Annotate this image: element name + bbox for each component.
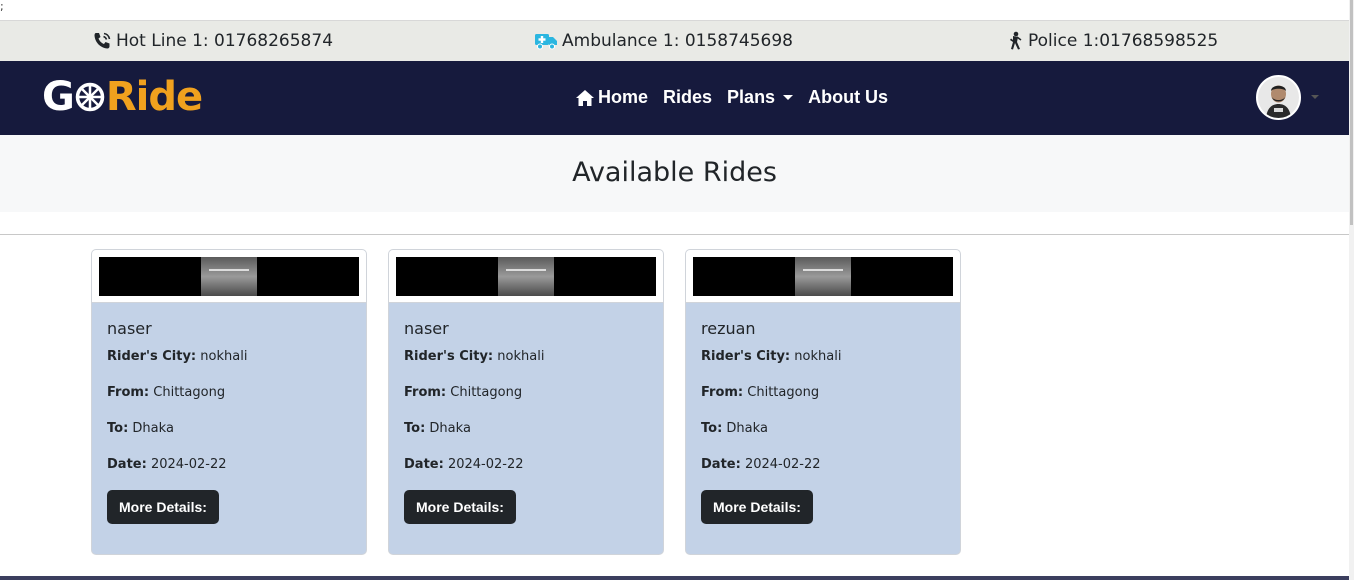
ride-from: From: Chittagong <box>701 385 820 400</box>
footer-edge <box>0 576 1349 580</box>
rider-name: naser <box>404 319 449 338</box>
hotline-label: Hot Line 1: 01768265874 <box>116 31 334 51</box>
title-band: Available Rides <box>0 135 1349 212</box>
more-details-button[interactable]: More Details: <box>107 490 219 524</box>
rider-city: Rider's City: nokhali <box>404 349 545 364</box>
avatar[interactable] <box>1256 75 1301 120</box>
rider-city: Rider's City: nokhali <box>701 349 842 364</box>
nav-plans-dropdown[interactable]: Plans <box>727 87 794 108</box>
user-avatar-icon <box>1258 77 1299 118</box>
hotline-bar: Hot Line 1: 01768265874 Ambulance 1: 015… <box>0 20 1349 61</box>
ride-date: Date: 2024-02-22 <box>404 457 524 472</box>
ride-to: To: Dhaka <box>404 421 471 436</box>
rider-name: naser <box>107 319 152 338</box>
card-image-frame <box>686 250 960 303</box>
hotline-item-phone: Hot Line 1: 01768265874 <box>92 31 333 51</box>
card-image-frame <box>92 250 366 303</box>
ambulance-icon <box>535 34 557 50</box>
ride-from: From: Chittagong <box>107 385 226 400</box>
nav-rides[interactable]: Rides <box>663 87 712 108</box>
page-title: Available Rides <box>572 157 777 188</box>
nav-home[interactable]: Home <box>575 87 648 108</box>
card-body: naser Rider's City: nokhali From: Chitta… <box>389 303 663 540</box>
hotline-label: Police 1:01768598525 <box>1028 31 1219 51</box>
rider-city: Rider's City: nokhali <box>107 349 248 364</box>
ride-to: To: Dhaka <box>701 421 768 436</box>
nav-home-label: Home <box>598 87 649 107</box>
hotline-label: Ambulance 1: 0158745698 <box>562 31 793 51</box>
ride-card: naser Rider's City: nokhali From: Chitta… <box>388 249 664 555</box>
ride-card: naser Rider's City: nokhali From: Chitta… <box>91 249 367 555</box>
police-icon <box>1010 31 1022 50</box>
card-body: rezuan Rider's City: nokhali From: Chitt… <box>686 303 960 540</box>
logo-text-ride: Ride <box>105 74 203 120</box>
brand-logo[interactable]: G Ride <box>42 74 203 120</box>
scroll-thumb[interactable] <box>1350 0 1353 225</box>
hotline-item-police: Police 1:01768598525 <box>1006 31 1218 51</box>
more-details-button[interactable]: More Details: <box>701 490 813 524</box>
avatar-dropdown-icon[interactable] <box>1311 95 1319 99</box>
stray-text: ; <box>0 0 4 13</box>
ride-date: Date: 2024-02-22 <box>701 457 821 472</box>
ride-date: Date: 2024-02-22 <box>107 457 227 472</box>
rider-name: rezuan <box>701 319 756 338</box>
nav-about[interactable]: About Us <box>808 87 888 108</box>
card-image-frame <box>389 250 663 303</box>
ride-to: To: Dhaka <box>107 421 174 436</box>
navbar: G Ride Home Rides Plans About Us <box>0 61 1349 135</box>
ride-banner-image <box>396 257 656 296</box>
hotline-item-ambulance: Ambulance 1: 0158745698 <box>534 31 793 51</box>
card-body: naser Rider's City: nokhali From: Chitta… <box>92 303 366 540</box>
phone-icon <box>94 32 111 49</box>
main-nav: Home Rides Plans About Us <box>575 87 903 108</box>
ride-banner-image <box>693 257 953 296</box>
wheel-icon <box>75 82 105 112</box>
divider <box>0 234 1349 235</box>
ride-from: From: Chittagong <box>404 385 523 400</box>
nav-plans-label: Plans <box>727 87 776 107</box>
more-details-button[interactable]: More Details: <box>404 490 516 524</box>
scrollbar[interactable] <box>1349 0 1354 580</box>
home-icon <box>576 89 594 106</box>
ride-banner-image <box>99 257 359 296</box>
chevron-down-icon <box>783 95 794 100</box>
logo-text-g: G <box>42 74 75 120</box>
logo-go: G <box>42 74 106 120</box>
ride-card: rezuan Rider's City: nokhali From: Chitt… <box>685 249 961 555</box>
